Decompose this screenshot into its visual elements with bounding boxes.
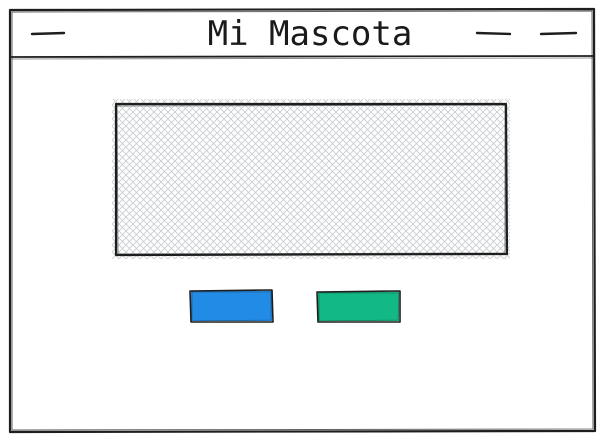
green-action-button[interactable] <box>317 290 401 323</box>
titlebar-menu-button[interactable] <box>26 24 70 44</box>
close-button[interactable] <box>536 24 582 44</box>
pet-image-placeholder <box>112 99 510 259</box>
minimize-button[interactable] <box>472 24 516 44</box>
blue-action-button[interactable] <box>190 290 274 323</box>
window-frame <box>8 7 597 434</box>
window-title: Mi Mascota <box>207 14 413 54</box>
